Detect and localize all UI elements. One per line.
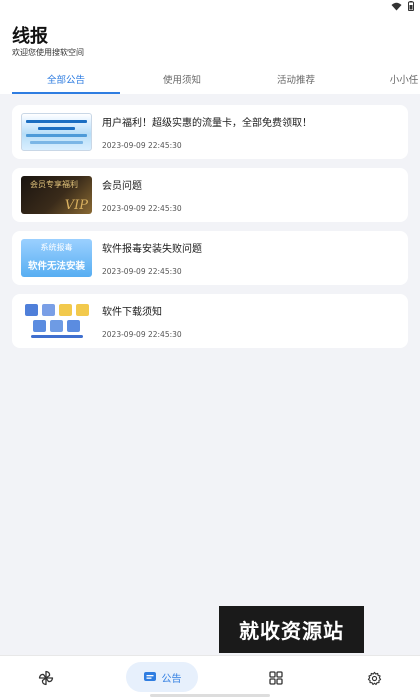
tab-bar: 全部公告 使用须知 活动推荐 小小任 — [0, 64, 420, 94]
tab-all-announcements[interactable]: 全部公告 — [47, 72, 85, 86]
page-title: 线报 — [12, 26, 48, 47]
tab-activity-recommend[interactable]: 活动推荐 — [277, 72, 315, 86]
announcement-title: 用户福利！超级实惠的流量卡，全部免费领取！ — [102, 118, 312, 129]
apps-icon — [269, 671, 283, 685]
nav-announcements-button[interactable]: 公告 — [126, 662, 198, 692]
battery-icon — [408, 1, 414, 11]
announcement-item[interactable]: 系统报毒 软件无法安装 软件报毒安装失败问题 2023-09-09 22:45:… — [12, 231, 408, 285]
tab-indicator — [12, 92, 120, 94]
system-alert-banner-title: 系统报毒 — [40, 243, 73, 252]
announcement-title: 会员问题 — [102, 181, 142, 192]
announcement-title: 软件下载须知 — [102, 307, 162, 318]
message-icon — [143, 672, 156, 681]
tab-small-tasks[interactable]: 小小任 — [390, 72, 419, 86]
announcement-list: 用户福利！超级实惠的流量卡，全部免费领取！ 2023-09-09 22:45:3… — [12, 105, 408, 357]
announcement-time: 2023-09-09 22:45:30 — [102, 204, 182, 213]
announcement-item[interactable]: 软件下载须知 2023-09-09 22:45:30 — [12, 294, 408, 348]
system-alert-banner-text: 软件无法安装 — [27, 261, 85, 272]
watermark: 就收资源站 — [219, 606, 364, 653]
bottom-nav: 公告 — [0, 655, 420, 700]
announcement-item[interactable]: 会员专享福利 VIP 会员问题 2023-09-09 22:45:30 — [12, 168, 408, 222]
vip-banner-label: VIP — [64, 198, 88, 213]
system-alert-banner-icon: 系统报毒 软件无法安装 — [21, 239, 92, 277]
vip-banner-icon: 会员专享福利 VIP — [21, 176, 92, 214]
gear-icon — [367, 671, 381, 685]
nav-announcements-label: 公告 — [161, 673, 182, 685]
page-subtitle: 欢迎您使用搜软空间 — [12, 48, 84, 57]
app-grid-banner-icon — [21, 302, 92, 340]
announcement-time: 2023-09-09 22:45:30 — [102, 141, 182, 150]
wifi-icon — [391, 2, 402, 10]
nav-home-button[interactable] — [24, 656, 68, 700]
announcement-time: 2023-09-09 22:45:30 — [102, 267, 182, 276]
pinwheel-icon — [38, 670, 54, 686]
tab-usage-notes[interactable]: 使用须知 — [163, 72, 201, 86]
home-indicator — [150, 694, 270, 697]
announcement-time: 2023-09-09 22:45:30 — [102, 330, 182, 339]
announcement-item[interactable]: 用户福利！超级实惠的流量卡，全部免费领取！ 2023-09-09 22:45:3… — [12, 105, 408, 159]
nav-settings-button[interactable] — [352, 656, 396, 700]
header: 线报 欢迎您使用搜软空间 — [0, 14, 420, 64]
vip-banner-text: 会员专享福利 — [30, 180, 78, 189]
free-data-card-banner-icon — [21, 113, 92, 151]
announcement-title: 软件报毒安装失败问题 — [102, 244, 202, 255]
status-bar — [0, 0, 420, 14]
status-icons — [391, 1, 414, 11]
